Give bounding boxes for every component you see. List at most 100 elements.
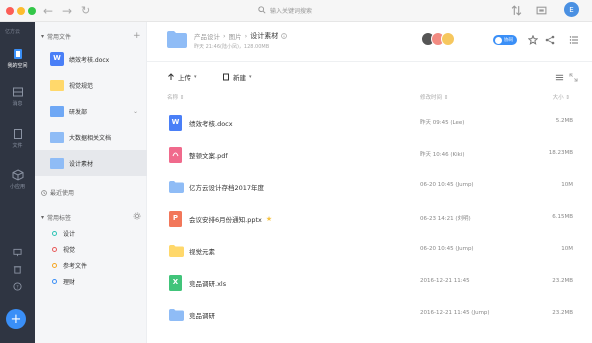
column-header-size[interactable]: 大小 ⇕ [553, 93, 570, 101]
refresh-icon[interactable]: ↻ [81, 3, 90, 19]
sidebar-item-label: 绩效考核.docx [69, 56, 110, 64]
table-row[interactable]: X 竞品调研.xls 2016-12-21 11:45 23.2MB [161, 267, 581, 299]
sidebar-item-performance-docx[interactable]: W 绩效考核.docx [35, 46, 147, 72]
file-modified: 昨天 09:45 (Lee) [420, 120, 465, 126]
back-arrow-icon[interactable]: ← [43, 3, 53, 19]
rail-settings[interactable] [0, 248, 35, 257]
sidebar-item-rnd[interactable]: 研发部 ⌄ [35, 98, 147, 124]
chevron-down-icon[interactable]: ⌄ [133, 108, 138, 115]
minimize-window-button[interactable] [17, 7, 25, 15]
breadcrumb-current: 设计素材 [250, 32, 279, 40]
add-favorite-icon[interactable]: + [133, 31, 141, 41]
sidebar-item-design-assets[interactable]: 设计素材 [35, 150, 147, 176]
forward-arrow-icon[interactable]: → [62, 3, 72, 19]
tag-item-finance[interactable]: 理财 [52, 277, 75, 286]
file-name: 视觉元素 [189, 248, 215, 256]
file-name: 竞品调研.xls [189, 280, 227, 288]
favorites-header[interactable]: ▾ 常用文件 [41, 32, 71, 41]
table-row[interactable]: 竞品调研 2016-12-21 11:45 (Jump) 23.2MB [161, 299, 581, 331]
table-row[interactable]: W 绩效考核.docx 昨天 09:45 (Lee) 5.2MB [161, 107, 581, 139]
sidebar-item-label: 研发部 [69, 108, 88, 116]
sidebar-item-label: 设计素材 [69, 160, 94, 168]
folder-icon [169, 181, 184, 193]
folder-icon [169, 309, 184, 321]
file-size: 6.15MB [552, 214, 573, 220]
upload-button[interactable]: 上传 ▾ [167, 72, 197, 82]
word-file-icon: W [50, 52, 64, 66]
folder-meta: 昨天 21:46(陆小凤)，128.00MB [194, 44, 270, 50]
header-divider [147, 61, 592, 62]
list-menu-icon[interactable] [569, 35, 579, 45]
file-modified: 06-20 10:45 (Jump) [420, 182, 474, 188]
pdf-file-icon [169, 147, 182, 163]
expand-icon[interactable] [569, 73, 578, 82]
table-row[interactable]: P 会议安排6月份通知.pptx ★ 06-23 14:21 (刘明) 6.15M… [161, 203, 581, 235]
file-size: 23.2MB [552, 278, 573, 284]
title-bar: ← → ↻ 输入关键词搜索 E [0, 0, 592, 22]
file-name: 竞品调研 [189, 312, 215, 320]
rail-item-files[interactable]: 文件 [0, 128, 35, 149]
gear-icon[interactable] [133, 212, 141, 220]
table-row[interactable]: 整顿文案.pdf 昨天 10:46 (Kiki) 18.23MB [161, 139, 581, 171]
tag-item-design[interactable]: 设计 [52, 229, 75, 238]
screen-icon[interactable] [536, 5, 547, 16]
file-modified: 06-20 10:45 (Jump) [420, 246, 474, 252]
file-name: 绩效考核.docx [189, 120, 233, 128]
search-placeholder: 输入关键词搜索 [270, 7, 313, 15]
breadcrumb-item[interactable]: 产品设计 [194, 31, 220, 41]
tag-item-visual[interactable]: 视觉 [52, 245, 75, 254]
file-name: 整顿文案.pdf [189, 152, 228, 160]
sidebar-item-visual-spec[interactable]: 视觉规范 [35, 72, 147, 98]
add-button[interactable]: + [6, 309, 26, 329]
share-icon[interactable] [545, 35, 555, 45]
folder-icon [50, 157, 64, 169]
new-file-icon [223, 73, 229, 81]
monitor-icon [13, 248, 22, 257]
close-window-button[interactable] [6, 7, 14, 15]
rail-item-my-space[interactable]: 我的空间 [0, 48, 35, 69]
file-name: 亿方云设计存档2017年度 [189, 184, 265, 192]
star-icon[interactable]: ★ [266, 215, 272, 223]
favorites-title: 常用文件 [47, 34, 72, 41]
rail-item-apps[interactable]: 小应用 [0, 169, 35, 190]
tag-item-reference[interactable]: 参考文件 [52, 261, 87, 270]
shared-folder-icon [50, 105, 64, 117]
avatar [441, 32, 455, 46]
new-button[interactable]: 新建 ▾ [222, 72, 252, 82]
breadcrumb-separator: › [223, 32, 226, 40]
collaboration-toggle[interactable]: 协同 [493, 35, 517, 45]
tag-dot [52, 279, 57, 284]
breadcrumb-item[interactable]: 图片 [229, 31, 242, 41]
member-avatars[interactable] [421, 32, 455, 46]
maximize-window-button[interactable] [28, 7, 36, 15]
table-row[interactable]: 视觉元素 06-20 10:45 (Jump) 10M [161, 235, 581, 267]
caret-down-icon: ▾ [194, 74, 197, 80]
sidebar-item-bigdata[interactable]: 大数据相关文档 [35, 124, 147, 150]
rail-item-messages[interactable]: 消息 [0, 86, 35, 107]
file-size: 18.23MB [548, 150, 573, 156]
column-header-modified[interactable]: 修改时间 ⇕ [420, 93, 448, 101]
rail-label: 文件 [12, 143, 23, 149]
tags-header[interactable]: ▾ 常用标签 [41, 213, 71, 222]
search-input[interactable]: 输入关键词搜索 [258, 3, 378, 17]
rail-trash[interactable] [0, 265, 35, 274]
caret-down-icon: ▾ [41, 214, 45, 221]
tag-dot [52, 231, 57, 236]
list-view-icon[interactable] [555, 73, 564, 82]
trash-icon [13, 266, 22, 274]
tag-dot [52, 263, 57, 268]
table-row[interactable]: 亿方云设计存档2017年度 06-20 10:45 (Jump) 10M [161, 171, 581, 203]
file-size: 10M [561, 182, 573, 188]
recent-link[interactable]: 最近使用 [41, 188, 74, 197]
column-header-name[interactable]: 名称 ⇕ [167, 93, 184, 101]
sort-transfer-icon[interactable] [511, 5, 522, 16]
user-avatar[interactable]: E [564, 2, 579, 17]
folder-icon [169, 245, 184, 257]
info-icon[interactable] [281, 33, 288, 39]
star-icon[interactable] [528, 35, 538, 45]
clock-icon [41, 189, 47, 196]
rail-help[interactable]: ? [0, 282, 35, 291]
tag-dot [52, 247, 57, 252]
folder-icon [50, 79, 64, 91]
toggle-label: 协同 [504, 38, 513, 43]
